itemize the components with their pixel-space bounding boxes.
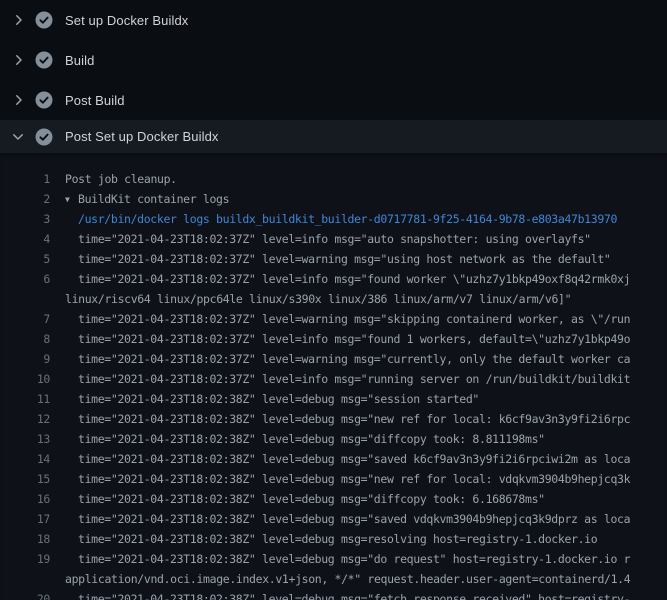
log-line-number[interactable]: 2 <box>0 189 50 209</box>
log-line-text: time="2021-04-23T18:02:37Z" level=info m… <box>65 229 591 249</box>
log-line: 1 Post job cleanup. <box>0 169 667 189</box>
log-line-number[interactable]: 3 <box>0 209 50 229</box>
log-line-number[interactable]: 16 <box>0 489 50 509</box>
log-line-text: time="2021-04-23T18:02:38Z" level=debug … <box>65 589 630 600</box>
log-line-text: time="2021-04-23T18:02:38Z" level=debug … <box>65 409 630 429</box>
log-line: 18 time="2021-04-23T18:02:38Z" level=deb… <box>0 529 667 549</box>
log-line-number[interactable]: 7 <box>0 309 50 329</box>
check-circle-icon <box>35 91 53 109</box>
log-line-number[interactable]: 20 <box>0 589 50 600</box>
log-line: application/vnd.oci.image.index.v1+json,… <box>0 569 667 589</box>
check-circle-icon <box>35 51 53 69</box>
log-line: 10 time="2021-04-23T18:02:37Z" level=inf… <box>0 369 667 389</box>
log-line-text: time="2021-04-23T18:02:37Z" level=info m… <box>65 329 630 349</box>
log-line-text: /usr/bin/docker logs buildx_buildkit_bui… <box>65 209 617 229</box>
log-line: 13 time="2021-04-23T18:02:38Z" level=deb… <box>0 429 667 449</box>
log-line: 2 ▼BuildKit container logs <box>0 189 667 209</box>
chevron-right-icon <box>10 12 26 28</box>
log-line-number[interactable]: 10 <box>0 369 50 389</box>
log-line-number[interactable]: 18 <box>0 529 50 549</box>
step-name: Build <box>65 53 94 68</box>
step-header-build[interactable]: Build <box>0 40 667 80</box>
log-line-text: time="2021-04-23T18:02:37Z" level=warnin… <box>65 309 630 329</box>
log-line-text: time="2021-04-23T18:02:38Z" level=debug … <box>65 529 597 549</box>
log-line: 14 time="2021-04-23T18:02:38Z" level=deb… <box>0 449 667 469</box>
step-header-post-set-up-docker-buildx[interactable]: Post Set up Docker Buildx <box>0 120 667 153</box>
log-line-number[interactable]: 12 <box>0 409 50 429</box>
step-header-post-build[interactable]: Post Build <box>0 80 667 120</box>
chevron-right-icon <box>10 92 26 108</box>
log-line-text: ▼BuildKit container logs <box>65 189 229 209</box>
log-line: 16 time="2021-04-23T18:02:38Z" level=deb… <box>0 489 667 509</box>
log-line: linux/riscv64 linux/ppc64le linux/s390x … <box>0 289 667 309</box>
log-line: 7 time="2021-04-23T18:02:37Z" level=warn… <box>0 309 667 329</box>
step-header-set-up-docker-buildx[interactable]: Set up Docker Buildx <box>0 0 667 40</box>
log-line-text: time="2021-04-23T18:02:38Z" level=debug … <box>65 429 545 449</box>
log-line: 17 time="2021-04-23T18:02:38Z" level=deb… <box>0 509 667 529</box>
log-line-number[interactable]: 14 <box>0 449 50 469</box>
log-line: 3 /usr/bin/docker logs buildx_buildkit_b… <box>0 209 667 229</box>
log-line: 12 time="2021-04-23T18:02:38Z" level=deb… <box>0 409 667 429</box>
log-line-number[interactable]: 8 <box>0 329 50 349</box>
log-line-number <box>0 289 50 309</box>
log-line-text: linux/riscv64 linux/ppc64le linux/s390x … <box>65 289 571 309</box>
chevron-down-icon <box>10 129 26 145</box>
log-line-number[interactable]: 13 <box>0 429 50 449</box>
steps-list: Set up Docker Buildx Build Post Bu <box>0 0 667 153</box>
step-name: Set up Docker Buildx <box>65 13 188 28</box>
log-line-text: application/vnd.oci.image.index.v1+json,… <box>65 569 630 589</box>
log-line-number[interactable]: 5 <box>0 249 50 269</box>
step-name: Post Set up Docker Buildx <box>65 129 219 144</box>
log-line-text: time="2021-04-23T18:02:37Z" level=info m… <box>65 369 630 389</box>
log-line: 4 time="2021-04-23T18:02:37Z" level=info… <box>0 229 667 249</box>
log-line: 8 time="2021-04-23T18:02:37Z" level=info… <box>0 329 667 349</box>
log-line-text: time="2021-04-23T18:02:38Z" level=debug … <box>65 389 479 409</box>
log-line-text: time="2021-04-23T18:02:38Z" level=debug … <box>65 509 630 529</box>
log-line-text: time="2021-04-23T18:02:37Z" level=warnin… <box>65 249 610 269</box>
log-line-number[interactable]: 11 <box>0 389 50 409</box>
log-line: 6 time="2021-04-23T18:02:37Z" level=info… <box>0 269 667 289</box>
check-circle-icon <box>35 128 53 146</box>
log-line-text: time="2021-04-23T18:02:38Z" level=debug … <box>65 449 630 469</box>
log-line: 15 time="2021-04-23T18:02:38Z" level=deb… <box>0 469 667 489</box>
chevron-right-icon <box>10 52 26 68</box>
log-line-number[interactable]: 15 <box>0 469 50 489</box>
log-line-number[interactable]: 4 <box>0 229 50 249</box>
group-caret-icon[interactable]: ▼ <box>65 190 78 210</box>
log-line: 5 time="2021-04-23T18:02:37Z" level=warn… <box>0 249 667 269</box>
log-line-number[interactable]: 17 <box>0 509 50 529</box>
log-group-label[interactable]: BuildKit container logs <box>78 192 229 206</box>
actions-log-viewer: Set up Docker Buildx Build Post Bu <box>0 0 667 600</box>
log-line: 20 time="2021-04-23T18:02:38Z" level=deb… <box>0 589 667 600</box>
log-line-text: time="2021-04-23T18:02:37Z" level=info m… <box>65 269 630 289</box>
log-line-number <box>0 569 50 589</box>
log-line-text: time="2021-04-23T18:02:38Z" level=debug … <box>65 469 630 489</box>
log-panel[interactable]: 1 Post job cleanup. 2 ▼BuildKit containe… <box>0 153 667 600</box>
log-line-text: Post job cleanup. <box>65 169 177 189</box>
log-line: 11 time="2021-04-23T18:02:38Z" level=deb… <box>0 389 667 409</box>
log-line-number[interactable]: 9 <box>0 349 50 369</box>
log-line: 19 time="2021-04-23T18:02:38Z" level=deb… <box>0 549 667 569</box>
log-line-text: time="2021-04-23T18:02:38Z" level=debug … <box>65 489 545 509</box>
log-line-text: time="2021-04-23T18:02:38Z" level=debug … <box>65 549 630 569</box>
log-line-number[interactable]: 6 <box>0 269 50 289</box>
step-name: Post Build <box>65 93 125 108</box>
log-line-number[interactable]: 19 <box>0 549 50 569</box>
log-line-text: time="2021-04-23T18:02:37Z" level=warnin… <box>65 349 630 369</box>
log-line-number[interactable]: 1 <box>0 169 50 189</box>
check-circle-icon <box>35 11 53 29</box>
log-line: 9 time="2021-04-23T18:02:37Z" level=warn… <box>0 349 667 369</box>
